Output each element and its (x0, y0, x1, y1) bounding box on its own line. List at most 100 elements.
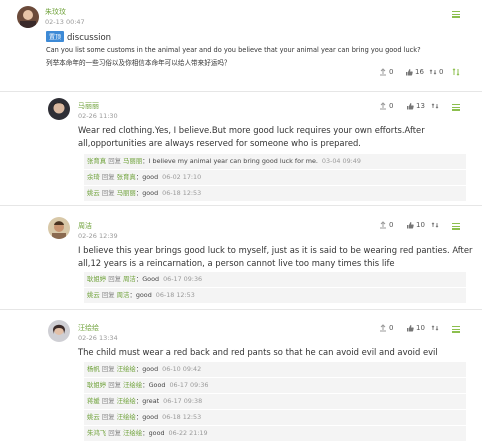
share-icon (380, 221, 386, 229)
reply-text: good (135, 291, 152, 299)
post-title-row: 置顶 discussion (46, 31, 111, 43)
comment-username[interactable]: 周洁 (78, 221, 92, 231)
reply-verb: 回复 (108, 429, 121, 437)
reply-target[interactable]: 汪绘绘 (123, 381, 142, 389)
reply-user[interactable]: 耿姐婷 (87, 275, 106, 283)
reply-text: good (142, 189, 159, 197)
comment-username[interactable]: 汪绘绘 (78, 323, 99, 333)
like-stat[interactable]: 16 (405, 68, 424, 76)
share-stat[interactable]: 0 (379, 324, 393, 332)
extra-count: 0 (439, 68, 444, 76)
reply-text: Good (142, 275, 160, 283)
reply-date: 06-17 09:36 (163, 275, 203, 283)
reply-item: 姚云 回复 周洁：good 06-18 12:53 (84, 288, 466, 303)
avatar[interactable] (48, 98, 70, 120)
comment-date: 02-26 12:39 (78, 232, 118, 240)
extra-stat[interactable] (431, 324, 439, 332)
share-count: 0 (389, 324, 394, 332)
question-chinese: 列举本命年的一些习俗以及你相信本命年可以给人带来好运吗？ (46, 59, 231, 67)
reply-text: good (148, 429, 165, 437)
reply-verb: 回复 (108, 157, 121, 165)
reply-target[interactable]: 周洁 (123, 275, 136, 283)
reply-user[interactable]: 姚云 (87, 189, 100, 197)
comment-text: The child must wear a red back and red p… (78, 347, 438, 357)
reply-verb: 回复 (108, 275, 121, 283)
extra-icon (431, 103, 439, 109)
reply-user[interactable]: 耿姐婷 (87, 381, 106, 389)
reply-item: 张育真 回复 马丽丽：I believe my animal year can … (84, 154, 466, 169)
reply-target[interactable]: 汪绘绘 (117, 397, 136, 405)
reply-stat[interactable] (452, 68, 460, 76)
comment-card: 汪绘绘 02-26 13:34 0 10 The child must wear… (0, 310, 482, 443)
reply-date: 03-04 09:49 (321, 157, 361, 165)
post-date: 02-13 00:47 (45, 18, 85, 26)
like-stat[interactable]: 10 (406, 221, 425, 229)
reply-target[interactable]: 汪绘绘 (117, 365, 136, 373)
comment-card: 马丽丽 02-26 11:30 0 13 Wear red clothing.Y… (0, 92, 482, 206)
menu-icon[interactable] (452, 223, 460, 230)
share-icon (380, 102, 386, 110)
reply-date: 06-18 12:53 (155, 291, 195, 299)
extra-stat[interactable]: 0 (429, 68, 443, 76)
reply-target[interactable]: 马丽丽 (117, 189, 136, 197)
reply-date: 06-17 09:36 (169, 381, 209, 389)
reply-verb: 回复 (101, 365, 115, 373)
reply-user[interactable]: 蒋媛 (87, 397, 100, 405)
reply-date: 06-18 12:53 (162, 189, 202, 197)
sort-icon (452, 68, 460, 76)
reply-user[interactable]: 朱鸿飞 (87, 429, 106, 437)
reply-item: 耿姐婷 回复 汪绘绘：Good 06-17 09:36 (84, 378, 466, 393)
share-stat[interactable]: 0 (379, 221, 393, 229)
menu-icon[interactable] (452, 104, 460, 111)
share-icon (380, 324, 386, 332)
like-count: 10 (416, 324, 425, 332)
reply-date: 06-22 21:19 (168, 429, 208, 437)
reply-user[interactable]: 杨帆 (87, 365, 100, 373)
reply-target[interactable]: 马丽丽 (123, 157, 142, 165)
reply-verb: 回复 (101, 413, 115, 421)
reply-item: 姚云 回复 汪绘绘：good 06-18 12:53 (84, 410, 466, 425)
question-english: Can you list some customs in the animal … (46, 46, 421, 54)
share-count: 0 (389, 68, 394, 76)
reply-target[interactable]: 周洁 (117, 291, 130, 299)
like-count: 13 (416, 102, 425, 110)
reply-item: 姚云 回复 马丽丽：good 06-18 12:53 (84, 186, 466, 201)
post-title: discussion (67, 33, 112, 43)
reply-user[interactable]: 张育真 (87, 157, 106, 165)
reply-user[interactable]: 姚云 (87, 291, 100, 299)
menu-icon[interactable] (452, 326, 460, 333)
thumbs-up-icon (407, 325, 414, 332)
menu-icon[interactable] (452, 11, 460, 18)
comment-username[interactable]: 马丽丽 (78, 101, 99, 111)
reply-target[interactable]: 张育真 (117, 173, 136, 181)
comment-text: I believe this year brings good luck to … (78, 245, 473, 268)
share-count: 0 (389, 221, 394, 229)
extra-icon (431, 325, 439, 331)
share-stat[interactable]: 0 (379, 102, 393, 110)
extra-icon (429, 69, 437, 75)
reply-item: 蒋媛 回复 汪绘绘：great 06-17 09:38 (84, 394, 466, 409)
post-username[interactable]: 朱玟玟 (45, 7, 66, 17)
reply-target[interactable]: 汪绘绘 (117, 413, 136, 421)
thumbs-up-icon (406, 69, 413, 76)
like-stat[interactable]: 10 (406, 324, 425, 332)
reply-verb: 回复 (101, 291, 115, 299)
reply-target[interactable]: 汪绘绘 (123, 429, 142, 437)
reply-text: good (142, 173, 159, 181)
extra-stat[interactable] (431, 221, 439, 229)
reply-user[interactable]: 姚云 (87, 413, 100, 421)
extra-stat[interactable] (431, 102, 439, 110)
like-count: 10 (416, 221, 425, 229)
comment-date: 02-26 13:34 (78, 334, 118, 342)
avatar[interactable] (48, 320, 70, 342)
avatar[interactable] (17, 6, 39, 28)
thumbs-up-icon (407, 222, 414, 229)
comment-card: 周洁 02-26 12:39 0 10 I believe this year … (0, 206, 482, 310)
reply-date: 06-18 12:53 (162, 413, 202, 421)
share-stat[interactable]: 0 (379, 68, 393, 76)
reply-user[interactable]: 余琦 (87, 173, 100, 181)
share-count: 0 (389, 102, 394, 110)
like-stat[interactable]: 13 (406, 102, 425, 110)
avatar[interactable] (48, 217, 70, 239)
reply-text: good (142, 413, 159, 421)
